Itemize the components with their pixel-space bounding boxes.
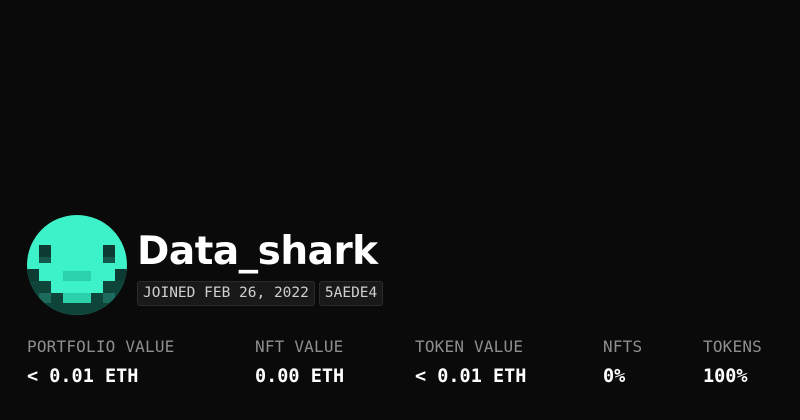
stat-label: TOKENS (703, 337, 762, 356)
stat-nfts-share: NFTS 0% (603, 339, 642, 387)
profile-card: Data_shark JOINED FEB 26, 2022 5AEDE4 PO… (0, 0, 800, 420)
joined-date-badge: JOINED FEB 26, 2022 (137, 281, 315, 306)
stat-value: 0.00 ETH (255, 366, 345, 387)
stat-value: 100% (703, 366, 748, 387)
stat-portfolio-value: PORTFOLIO VALUE < 0.01 ETH (27, 339, 175, 387)
stat-value: < 0.01 ETH (27, 366, 139, 387)
profile-header: Data_shark JOINED FEB 26, 2022 5AEDE4 (27, 215, 384, 315)
stat-nft-value: NFT VALUE 0.00 ETH (255, 339, 344, 387)
address-id-badge[interactable]: 5AEDE4 (318, 281, 384, 306)
avatar[interactable] (27, 215, 127, 315)
pixel-shark-avatar-icon (27, 215, 127, 315)
stat-label: PORTFOLIO VALUE (27, 337, 175, 356)
stat-label: NFT VALUE (255, 337, 344, 356)
username: Data_shark (137, 229, 378, 274)
stat-value: 0% (603, 366, 626, 387)
identity-block: Data_shark JOINED FEB 26, 2022 5AEDE4 (137, 215, 384, 306)
stat-token-value: TOKEN VALUE < 0.01 ETH (415, 339, 526, 387)
badge-row: JOINED FEB 26, 2022 5AEDE4 (137, 281, 384, 306)
stat-label: NFTS (603, 337, 643, 356)
stat-tokens-share: TOKENS 100% (703, 339, 762, 387)
stat-value: < 0.01 ETH (415, 366, 527, 387)
stat-label: TOKEN VALUE (415, 337, 524, 356)
